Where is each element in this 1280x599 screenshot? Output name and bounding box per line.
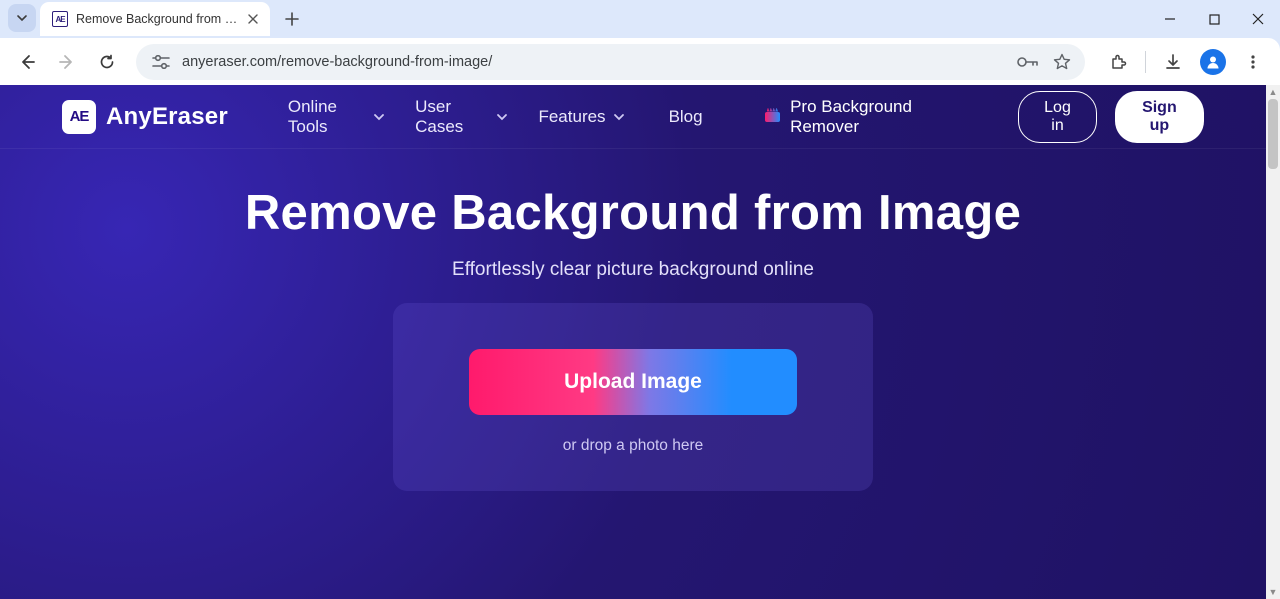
auth-buttons: Log in Sign up bbox=[1018, 91, 1204, 143]
browser-toolbar: anyeraser.com/remove-background-from-ima… bbox=[0, 38, 1280, 85]
new-tab-button[interactable] bbox=[278, 5, 306, 33]
nav-label: Pro Background Remover bbox=[790, 97, 958, 137]
nav-features[interactable]: Features bbox=[538, 107, 624, 127]
hero-title: Remove Background from Image bbox=[0, 185, 1266, 241]
toolbar-right bbox=[1101, 45, 1270, 79]
chrome-menu-button[interactable] bbox=[1236, 45, 1270, 79]
minimize-icon bbox=[1164, 13, 1176, 25]
window-minimize-button[interactable] bbox=[1148, 3, 1192, 35]
window-controls bbox=[1148, 0, 1280, 38]
profile-button[interactable] bbox=[1196, 45, 1230, 79]
hero-subtitle: Effortlessly clear picture background on… bbox=[0, 259, 1266, 281]
drop-hint: or drop a photo here bbox=[427, 437, 839, 455]
arrow-right-icon bbox=[58, 53, 76, 71]
toolbar-divider bbox=[1145, 51, 1146, 73]
site-settings-button[interactable] bbox=[150, 51, 172, 73]
nav-back-button[interactable] bbox=[10, 45, 44, 79]
brand-name: AnyEraser bbox=[106, 103, 228, 131]
address-bar[interactable]: anyeraser.com/remove-background-from-ima… bbox=[136, 44, 1085, 80]
star-icon bbox=[1053, 53, 1071, 71]
nav-label: User Cases bbox=[415, 97, 489, 137]
upload-dropzone[interactable]: Upload Image or drop a photo here bbox=[393, 303, 873, 491]
main-nav: Online Tools User Cases Features Blog Pr… bbox=[288, 97, 958, 137]
browser-chrome: AE Remove Background from Imag bbox=[0, 0, 1280, 85]
nav-label: Blog bbox=[669, 107, 703, 127]
chevron-down-icon bbox=[613, 111, 625, 123]
avatar bbox=[1200, 49, 1226, 75]
titlebar: AE Remove Background from Imag bbox=[0, 0, 1280, 38]
scroll-up-button[interactable]: ▲ bbox=[1266, 85, 1280, 99]
window-close-button[interactable] bbox=[1236, 3, 1280, 35]
nav-online-tools[interactable]: Online Tools bbox=[288, 97, 385, 137]
puzzle-icon bbox=[1109, 53, 1127, 71]
site-header: AE AnyEraser Online Tools User Cases Fea… bbox=[0, 85, 1266, 149]
download-icon bbox=[1164, 53, 1182, 71]
tab-title: Remove Background from Imag bbox=[76, 12, 240, 26]
close-icon bbox=[248, 14, 258, 24]
page: AE AnyEraser Online Tools User Cases Fea… bbox=[0, 85, 1266, 599]
arrow-left-icon bbox=[18, 53, 36, 71]
reload-icon bbox=[98, 53, 116, 71]
nav-blog[interactable]: Blog bbox=[669, 107, 703, 127]
chevron-down-icon bbox=[496, 111, 508, 123]
upload-image-button[interactable]: Upload Image bbox=[469, 349, 797, 415]
key-icon bbox=[1017, 55, 1039, 69]
address-bar-url: anyeraser.com/remove-background-from-ima… bbox=[182, 54, 1007, 70]
tune-icon bbox=[152, 55, 170, 69]
vertical-scrollbar[interactable]: ▲ ▼ bbox=[1266, 85, 1280, 599]
downloads-button[interactable] bbox=[1156, 45, 1190, 79]
password-manager-button[interactable] bbox=[1017, 55, 1039, 69]
browser-tab[interactable]: AE Remove Background from Imag bbox=[40, 2, 270, 36]
crown-icon bbox=[765, 112, 780, 122]
brand-logo: AE bbox=[62, 100, 96, 134]
tab-favicon: AE bbox=[52, 11, 68, 27]
extensions-button[interactable] bbox=[1101, 45, 1135, 79]
nav-pro-background-remover[interactable]: Pro Background Remover bbox=[765, 97, 959, 137]
tabs-area: AE Remove Background from Imag bbox=[0, 0, 306, 38]
scroll-thumb[interactable] bbox=[1268, 99, 1278, 169]
nav-label: Online Tools bbox=[288, 97, 366, 137]
brand[interactable]: AE AnyEraser bbox=[62, 100, 228, 134]
hero: Remove Background from Image Effortlessl… bbox=[0, 149, 1266, 491]
maximize-icon bbox=[1209, 14, 1220, 25]
bookmark-button[interactable] bbox=[1053, 53, 1071, 71]
kebab-icon bbox=[1245, 54, 1261, 70]
tab-close-button[interactable] bbox=[248, 14, 258, 24]
nav-label: Features bbox=[538, 107, 605, 127]
person-icon bbox=[1205, 54, 1221, 70]
chevron-down-icon bbox=[373, 111, 385, 123]
signup-button[interactable]: Sign up bbox=[1115, 91, 1204, 143]
chevron-down-icon bbox=[16, 12, 28, 24]
nav-user-cases[interactable]: User Cases bbox=[415, 97, 508, 137]
scroll-down-button[interactable]: ▼ bbox=[1266, 585, 1280, 599]
viewport: AE AnyEraser Online Tools User Cases Fea… bbox=[0, 85, 1280, 599]
tab-search-button[interactable] bbox=[8, 4, 36, 32]
close-icon bbox=[1252, 13, 1264, 25]
window-maximize-button[interactable] bbox=[1192, 3, 1236, 35]
nav-forward-button[interactable] bbox=[50, 45, 84, 79]
plus-icon bbox=[285, 12, 299, 26]
nav-reload-button[interactable] bbox=[90, 45, 124, 79]
login-button[interactable]: Log in bbox=[1018, 91, 1097, 143]
